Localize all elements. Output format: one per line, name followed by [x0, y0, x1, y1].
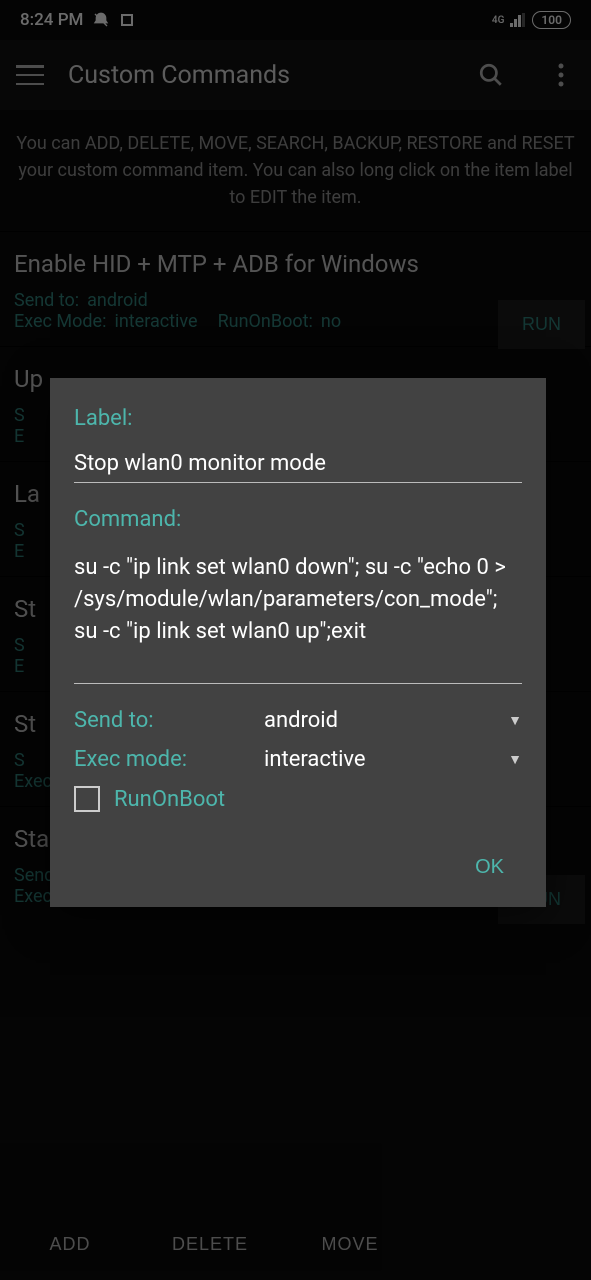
edit-command-dialog: Label: Command: Send to: android ▼ Exec … [50, 378, 546, 907]
exec-mode-label: Exec mode: [74, 747, 264, 772]
send-to-value: android [264, 708, 508, 733]
chevron-down-icon: ▼ [508, 751, 522, 768]
label-input[interactable] [74, 451, 522, 483]
send-to-dropdown[interactable]: Send to: android ▼ [74, 708, 522, 733]
chevron-down-icon: ▼ [508, 712, 522, 729]
exec-mode-value: interactive [264, 747, 508, 772]
send-to-label: Send to: [74, 708, 264, 733]
runonboot-label: RunOnBoot [114, 787, 225, 812]
label-field-label: Label: [74, 406, 522, 431]
exec-mode-dropdown[interactable]: Exec mode: interactive ▼ [74, 747, 522, 772]
command-field-label: Command: [74, 507, 522, 532]
command-input[interactable] [74, 552, 522, 684]
runonboot-checkbox[interactable] [74, 786, 100, 812]
ok-button[interactable]: OK [457, 848, 522, 887]
